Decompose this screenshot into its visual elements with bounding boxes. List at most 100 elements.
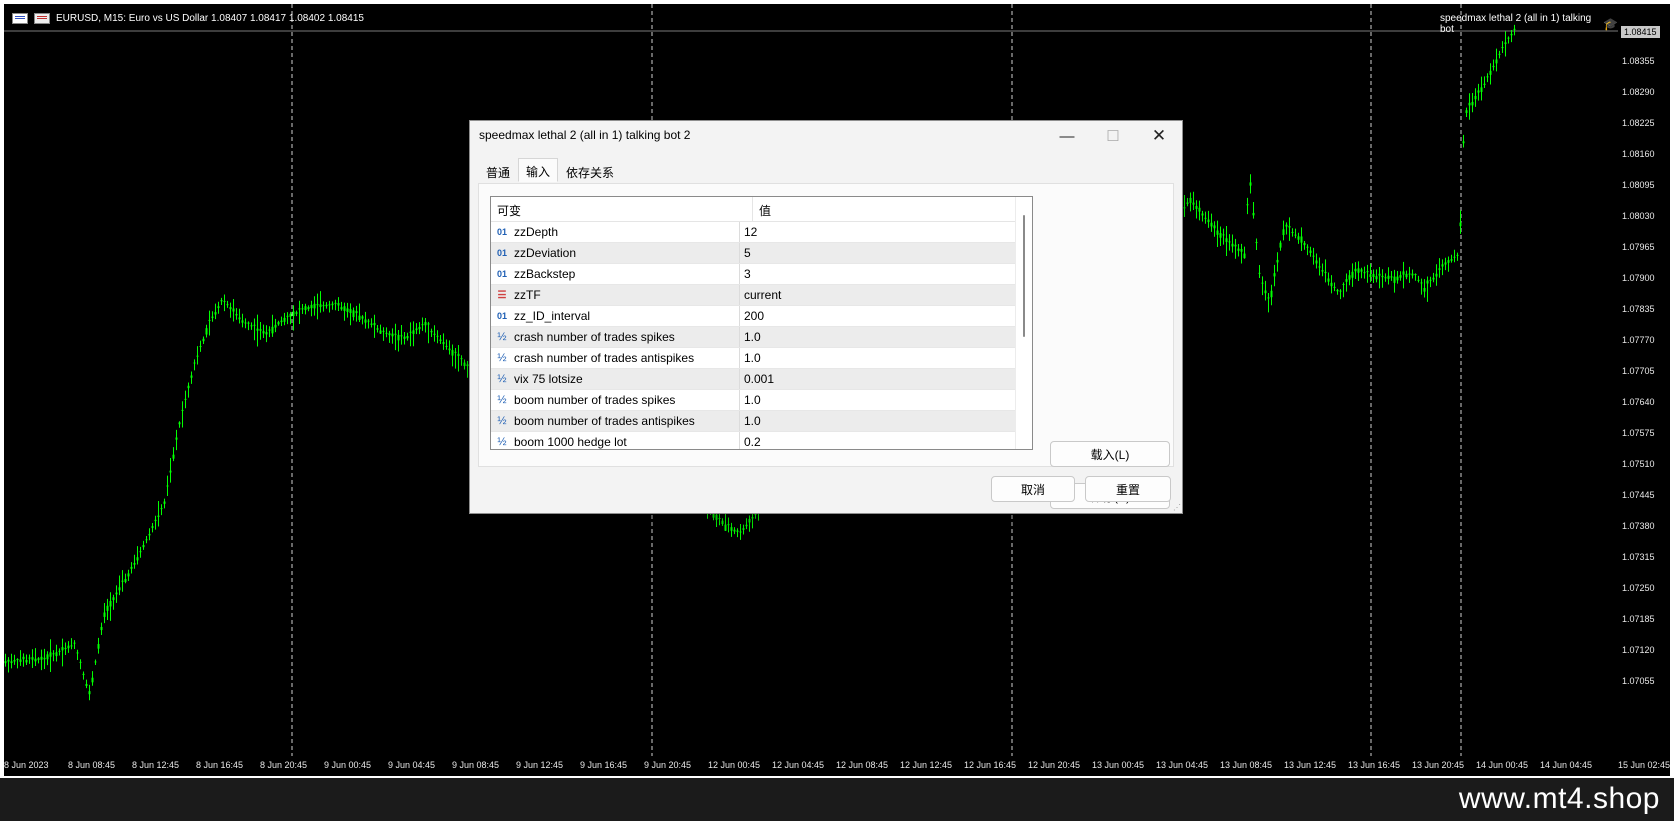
- price-tick-label: 1.07380: [1622, 521, 1655, 531]
- candle-body: [55, 652, 58, 657]
- candle-body: [460, 358, 463, 360]
- close-button[interactable]: ✕: [1136, 121, 1182, 151]
- cancel-button[interactable]: 取消: [991, 476, 1075, 502]
- reset-button[interactable]: 重置: [1085, 476, 1171, 502]
- candle-body: [1468, 102, 1471, 106]
- candle-body: [385, 332, 388, 334]
- candle-body: [1417, 279, 1420, 281]
- value-cell[interactable]: 0.2: [740, 432, 1032, 449]
- integer-type-icon: 01: [496, 311, 507, 321]
- time-axis[interactable]: 8 Jun 2023 8 Jun 08:45 8 Jun 12:45 8 Jun 16…: [4, 756, 1670, 776]
- candle-body: [154, 519, 157, 522]
- candle-body: [166, 485, 169, 487]
- candle-body: [442, 342, 445, 345]
- value-cell[interactable]: 1.0: [740, 411, 1032, 431]
- candle-body: [1183, 207, 1186, 209]
- candle-body: [91, 677, 94, 683]
- table-row[interactable]: ½ vix 75 lotsize 0.001: [491, 369, 1032, 390]
- value-cell[interactable]: 200: [740, 306, 1032, 326]
- candle-body: [1216, 230, 1219, 235]
- candle-body: [1495, 59, 1498, 64]
- candle-body: [196, 355, 199, 357]
- table-row[interactable]: 01 zz_ID_interval 200: [491, 306, 1032, 327]
- candle-body: [1444, 262, 1447, 265]
- candle-body: [1192, 202, 1195, 205]
- candle-body: [1246, 204, 1249, 206]
- candle-body: [373, 322, 376, 326]
- tab-inputs[interactable]: 输入: [518, 158, 559, 182]
- candle-body: [1369, 274, 1372, 277]
- table-row[interactable]: 01 zzBackstep 3: [491, 264, 1032, 285]
- candle-body: [106, 605, 109, 611]
- candle-body: [61, 647, 64, 651]
- candle-body: [382, 330, 385, 332]
- dialog-titlebar[interactable]: speedmax lethal 2 (all in 1) talking bot…: [470, 121, 1182, 151]
- value-cell[interactable]: 0.001: [740, 369, 1032, 389]
- candle-body: [109, 601, 112, 607]
- candle-body: [34, 658, 37, 662]
- candle-body: [181, 409, 184, 411]
- symbol-info: EURUSD, M15: Euro vs US Dollar 1.08407 1…: [56, 13, 364, 24]
- value-cell[interactable]: 1.0: [740, 390, 1032, 410]
- table-row[interactable]: 01 zzDeviation 5: [491, 243, 1032, 264]
- candle-body: [31, 657, 34, 660]
- candle-body: [244, 322, 247, 324]
- double-type-icon: ½: [497, 373, 507, 385]
- column-header-value[interactable]: 值: [753, 197, 777, 221]
- candle-body: [88, 691, 91, 695]
- graduation-cap-icon[interactable]: 🎓: [1603, 17, 1618, 31]
- tab-dependencies[interactable]: 依存关系: [558, 159, 622, 183]
- value-cell[interactable]: 3: [740, 264, 1032, 284]
- resize-grip-icon[interactable]: ⋰: [1173, 504, 1181, 512]
- value-cell[interactable]: current: [740, 285, 1032, 305]
- candle-body: [424, 321, 427, 326]
- variable-name: zzDeviation: [514, 246, 577, 260]
- time-tick-label: 13 Jun 12:45: [1284, 760, 1337, 770]
- value-cell[interactable]: 1.0: [740, 348, 1032, 368]
- column-header-variable[interactable]: 可变: [491, 197, 753, 221]
- candle-body: [229, 307, 232, 310]
- candle-body: [157, 515, 160, 518]
- inputs-panel: 可变 值 01 zzDepth 12 01 zzDeviation 5 01 zzBackst…: [478, 183, 1174, 509]
- candle-body: [1228, 241, 1231, 243]
- grid-scrollbar[interactable]: [1015, 197, 1032, 449]
- value-cell[interactable]: 1.0: [740, 327, 1032, 347]
- table-row[interactable]: ½ boom number of trades antispikes 1.0: [491, 411, 1032, 432]
- variable-name: zzBackstep: [514, 267, 576, 281]
- candle-body: [436, 335, 439, 337]
- inputs-grid[interactable]: 可变 值 01 zzDepth 12 01 zzDeviation 5 01 zzBackst…: [490, 196, 1033, 450]
- time-tick-label: 8 Jun 12:45: [132, 760, 180, 770]
- expert-advisor-label[interactable]: speedmax lethal 2 (all in 1) talking bot…: [1440, 13, 1618, 35]
- candle-body: [313, 303, 316, 309]
- candle-body: [1363, 272, 1366, 274]
- time-tick-label: 9 Jun 04:45: [388, 760, 436, 770]
- candle-body: [724, 524, 727, 531]
- table-row[interactable]: 01 zzDepth 12: [491, 222, 1032, 243]
- table-row[interactable]: ½ crash number of trades antispikes 1.0: [491, 348, 1032, 369]
- candle-body: [175, 437, 178, 440]
- minimize-button[interactable]: —: [1044, 121, 1090, 151]
- double-type-icon: ½: [497, 436, 507, 448]
- table-row[interactable]: ☰ zzTF current: [491, 285, 1032, 306]
- scrollbar-thumb[interactable]: [1023, 215, 1025, 337]
- candle-body: [1351, 271, 1354, 278]
- candle-body: [397, 334, 400, 341]
- candle-body: [118, 587, 121, 591]
- maximize-button[interactable]: ☐: [1090, 121, 1136, 151]
- candle-body: [319, 304, 322, 307]
- ea-properties-dialog[interactable]: speedmax lethal 2 (all in 1) talking bot…: [469, 120, 1183, 514]
- value-cell[interactable]: 5: [740, 243, 1032, 263]
- value-cell[interactable]: 12: [740, 222, 1032, 242]
- table-row[interactable]: ½ boom 1000 hedge lot 0.2: [491, 432, 1032, 449]
- load-button[interactable]: 载入(L): [1050, 441, 1170, 467]
- table-row[interactable]: ½ boom number of trades spikes 1.0: [491, 390, 1032, 411]
- price-axis[interactable]: 1.08355 1.08290 1.08225 1.08160 1.08095 1.080…: [1618, 4, 1670, 756]
- tab-common[interactable]: 普通: [478, 159, 518, 183]
- candle-body: [289, 313, 292, 317]
- price-tick-label: 1.07120: [1622, 645, 1655, 655]
- current-price-label: 1.08415: [1621, 26, 1660, 38]
- candle-body: [37, 658, 40, 660]
- candle-body: [145, 539, 148, 541]
- table-row[interactable]: ½ crash number of trades spikes 1.0: [491, 327, 1032, 348]
- candle-body: [301, 308, 304, 310]
